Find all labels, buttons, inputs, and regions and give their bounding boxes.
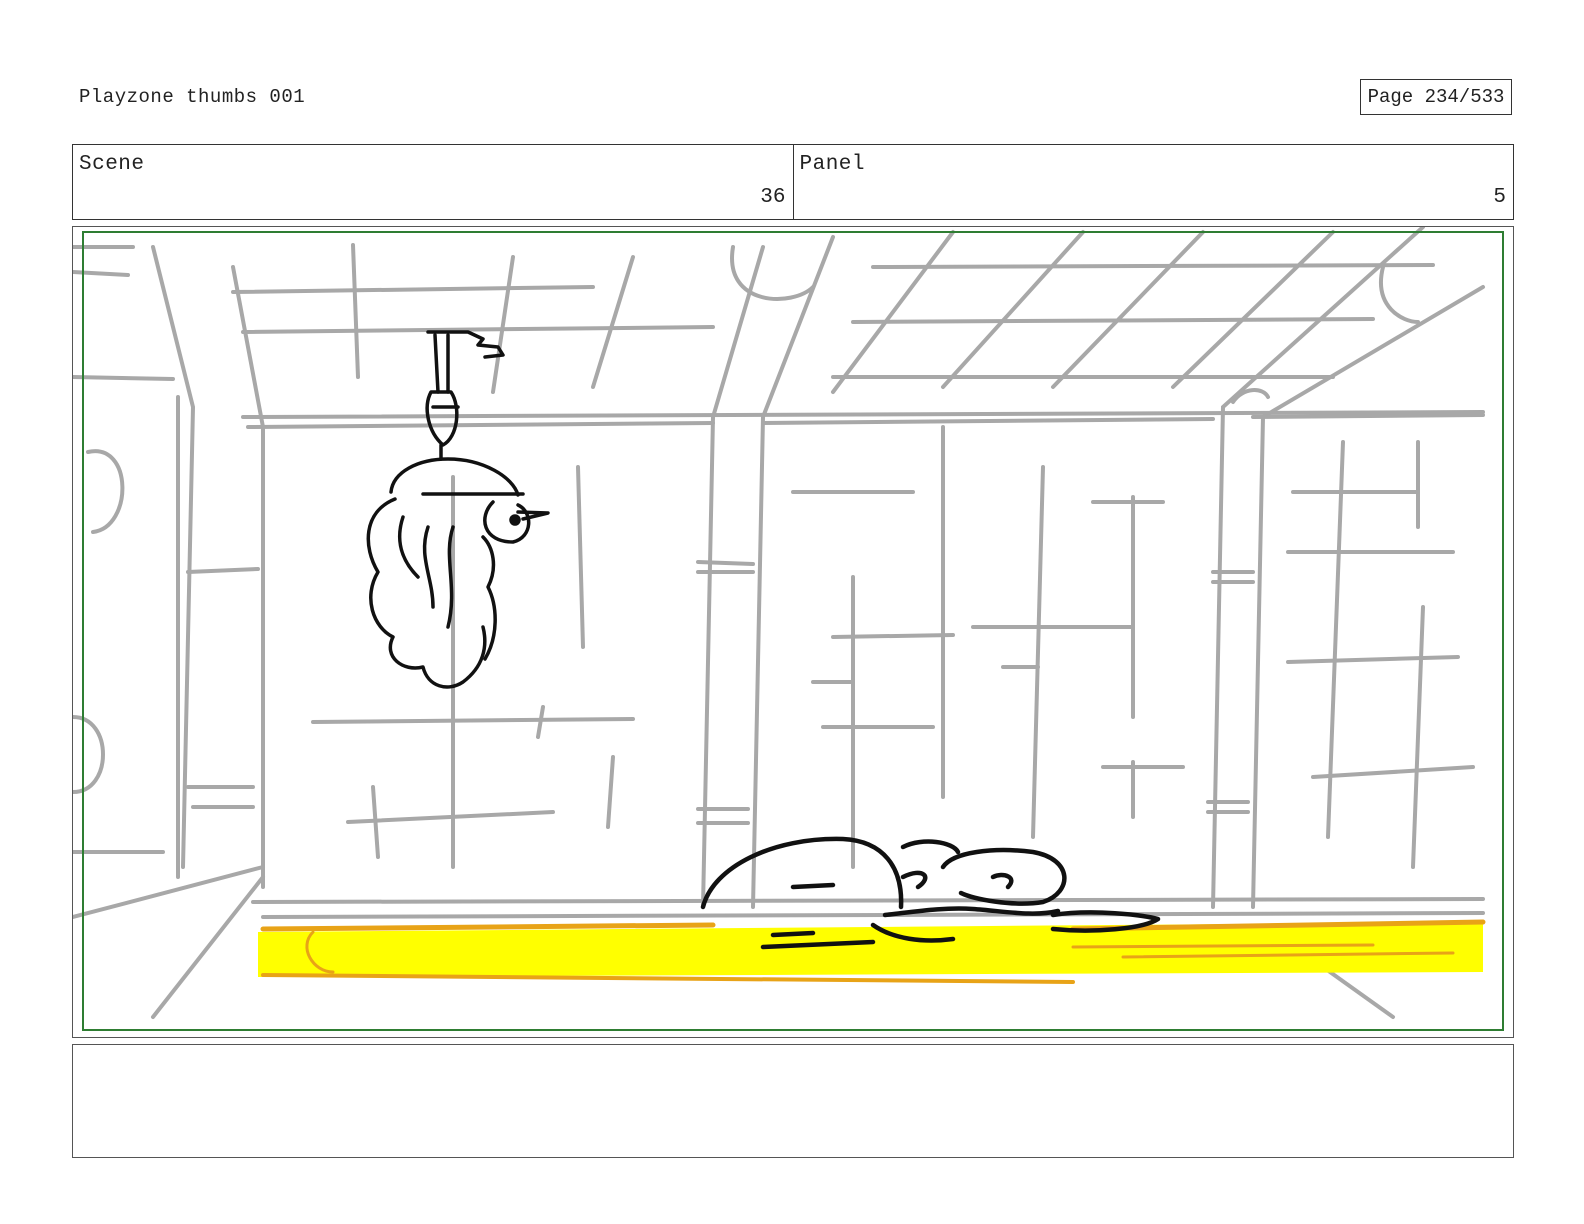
storyboard-frame — [72, 226, 1514, 1038]
notes-area — [72, 1044, 1514, 1158]
scene-label: Scene — [79, 153, 145, 176]
background-sketch — [73, 227, 1485, 1019]
hanging-figure-drawing — [366, 330, 550, 689]
panel-number: 5 — [1493, 186, 1506, 209]
scene-cell: Scene 36 — [73, 145, 793, 219]
frame-guide-rect — [82, 231, 1504, 1031]
page-indicator: Page 234/533 — [1360, 79, 1512, 115]
document-title: Playzone thumbs 001 — [79, 86, 306, 108]
panel-label: Panel — [799, 153, 866, 176]
storyboard-drawing — [73, 227, 1504, 1031]
floor-highlight — [258, 919, 1486, 984]
scene-panel-header: Scene 36 Panel 5 — [72, 144, 1514, 220]
panel-cell: Panel 5 — [792, 145, 1514, 219]
scene-number: 36 — [760, 186, 786, 209]
